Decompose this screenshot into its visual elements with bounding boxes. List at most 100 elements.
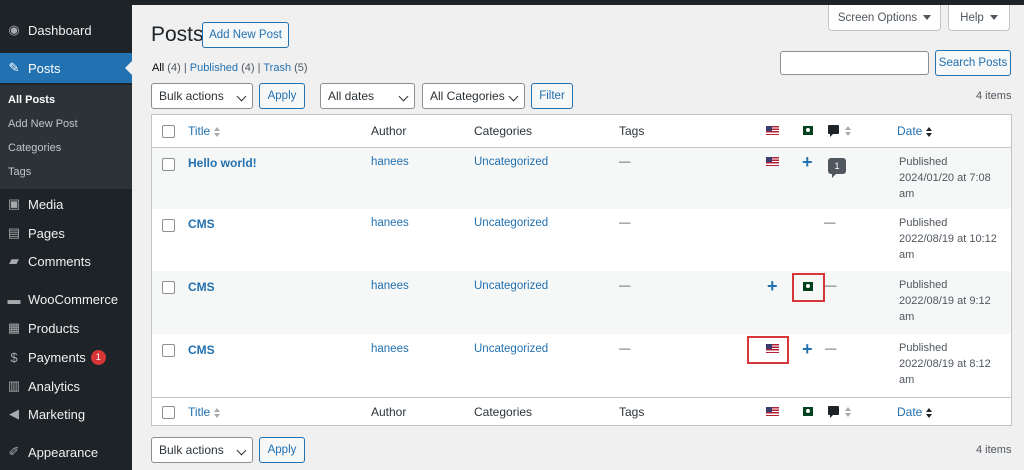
menu-appearance[interactable]: ✐ Appearance xyxy=(0,437,132,467)
post-title-link[interactable]: CMS xyxy=(188,343,215,357)
bulk-actions-select-bottom[interactable]: Bulk actions xyxy=(151,437,253,463)
filter-all[interactable]: All (4) xyxy=(152,62,181,74)
post-date: Published 2022/08/19 at 8:12 am xyxy=(899,340,991,388)
post-title-link[interactable]: Hello world! xyxy=(188,156,257,170)
add-translation-icon[interactable]: + xyxy=(767,277,778,295)
us-flag-icon[interactable] xyxy=(766,157,779,166)
post-category-link[interactable]: Uncategorized xyxy=(474,280,548,292)
post-date: Published 2024/01/20 at 7:08 am xyxy=(899,154,991,202)
add-translation-icon[interactable]: + xyxy=(802,340,813,358)
menu-marketing[interactable]: ◀ Marketing xyxy=(0,399,132,429)
post-category-link[interactable]: Uncategorized xyxy=(474,343,548,355)
menu-label: Appearance xyxy=(28,444,99,460)
dashboard-icon: ◉ xyxy=(8,22,20,37)
post-status: Published xyxy=(899,217,948,229)
row-checkbox[interactable] xyxy=(162,158,175,171)
submenu-categories[interactable]: Categories xyxy=(8,142,61,154)
analytics-icon: ▥ xyxy=(7,378,21,393)
submenu-add-new[interactable]: Add New Post xyxy=(8,118,78,130)
us-flag-icon[interactable] xyxy=(766,126,779,135)
column-categories-footer: Categories xyxy=(474,405,533,419)
pages-icon: ▤ xyxy=(7,225,21,240)
menu-payments[interactable]: $ Payments 1 xyxy=(0,342,132,372)
filter-button[interactable]: Filter xyxy=(531,83,573,109)
menu-pages[interactable]: ▤ Pages xyxy=(0,218,132,248)
us-flag-icon[interactable] xyxy=(766,344,779,353)
bulk-actions-select-top[interactable]: Bulk actions xyxy=(151,83,253,109)
megaphone-icon: ◀ xyxy=(9,406,19,421)
pk-flag-icon[interactable] xyxy=(800,282,813,291)
menu-label: Products xyxy=(28,320,80,336)
column-title-label: Title xyxy=(188,124,211,138)
filter-all-label: All xyxy=(152,62,165,74)
post-comments: — xyxy=(825,280,837,292)
post-author-link[interactable]: hanees xyxy=(371,217,409,229)
row-checkbox[interactable] xyxy=(162,344,175,357)
column-tags-footer: Tags xyxy=(619,405,645,419)
post-tags: — xyxy=(619,280,631,292)
menu-label: Pages xyxy=(28,225,65,241)
column-date-header[interactable]: Date xyxy=(897,124,933,138)
post-date-meridiem: am xyxy=(899,374,915,386)
add-translation-icon[interactable]: + xyxy=(802,153,813,171)
submenu-all-posts[interactable]: All Posts xyxy=(8,94,55,106)
row-checkbox[interactable] xyxy=(162,281,175,294)
post-author-link[interactable]: hanees xyxy=(371,343,409,355)
categories-select[interactable]: All Categories xyxy=(422,83,525,109)
add-new-post-button[interactable]: Add New Post xyxy=(202,22,289,48)
pk-flag-icon[interactable] xyxy=(800,126,813,135)
chevron-down-icon xyxy=(236,91,247,102)
sort-icon xyxy=(926,126,933,137)
comment-icon[interactable] xyxy=(828,125,839,137)
post-date-meridiem: am xyxy=(899,249,915,261)
menu-media[interactable]: ▣ Media xyxy=(0,189,132,219)
post-category-link[interactable]: Uncategorized xyxy=(474,217,548,229)
row-checkbox[interactable] xyxy=(162,219,175,232)
screen-options-button[interactable]: Screen Options xyxy=(828,5,941,31)
apply-button-bottom[interactable]: Apply xyxy=(259,437,305,463)
dates-select[interactable]: All dates xyxy=(320,83,415,109)
filter-trash[interactable]: Trash (5) xyxy=(263,62,307,74)
help-button[interactable]: Help xyxy=(948,5,1010,31)
menu-comments[interactable]: ▰ Comments xyxy=(0,246,132,276)
column-date-footer[interactable]: Date xyxy=(897,405,933,419)
post-date: Published 2022/08/19 at 9:12 am xyxy=(899,277,991,325)
products-icon: ▦ xyxy=(7,320,21,335)
select-all-checkbox-footer[interactable] xyxy=(162,406,175,419)
pk-flag-icon[interactable] xyxy=(800,407,813,416)
filter-published[interactable]: Published (4) xyxy=(190,62,255,74)
column-title-label: Title xyxy=(188,405,211,419)
payments-badge: 1 xyxy=(90,349,106,365)
menu-products[interactable]: ▦ Products xyxy=(0,313,132,343)
bulk-actions-value: Bulk actions xyxy=(159,443,224,457)
comment-count-badge[interactable]: 1 xyxy=(828,158,846,178)
post-date-line: 2022/08/19 at 9:12 xyxy=(899,295,991,307)
post-author-link[interactable]: hanees xyxy=(371,156,409,168)
menu-dashboard[interactable]: ◉ Dashboard xyxy=(0,15,132,45)
search-input[interactable] xyxy=(780,51,929,75)
post-category-link[interactable]: Uncategorized xyxy=(474,156,548,168)
pin-icon: ✎ xyxy=(8,60,20,75)
comment-icon[interactable] xyxy=(828,406,839,418)
post-title-link[interactable]: CMS xyxy=(188,280,215,294)
column-author-header: Author xyxy=(371,124,407,138)
chevron-down-icon xyxy=(398,91,409,102)
post-author-link[interactable]: hanees xyxy=(371,280,409,292)
column-title-header[interactable]: Title xyxy=(188,124,221,138)
menu-posts[interactable]: ✎ Posts xyxy=(0,53,132,83)
caret-down-icon xyxy=(923,15,932,20)
menu-analytics[interactable]: ▥ Analytics xyxy=(0,371,132,401)
table-header-row: Title Author Categories Tags Date xyxy=(152,115,1011,147)
search-posts-button[interactable]: Search Posts xyxy=(935,50,1011,76)
filter-trash-label: Trash xyxy=(263,62,292,74)
us-flag-icon[interactable] xyxy=(766,407,779,416)
apply-button-top[interactable]: Apply xyxy=(259,83,305,109)
post-title-link[interactable]: CMS xyxy=(188,217,215,231)
sort-icon xyxy=(845,407,851,417)
submenu-tags[interactable]: Tags xyxy=(8,166,31,178)
menu-woocommerce[interactable]: ▬ WooCommerce xyxy=(0,284,132,314)
filter-published-count: (4) xyxy=(241,62,255,74)
post-comments: — xyxy=(825,343,837,355)
select-all-checkbox[interactable] xyxy=(162,125,175,138)
column-title-footer[interactable]: Title xyxy=(188,405,221,419)
